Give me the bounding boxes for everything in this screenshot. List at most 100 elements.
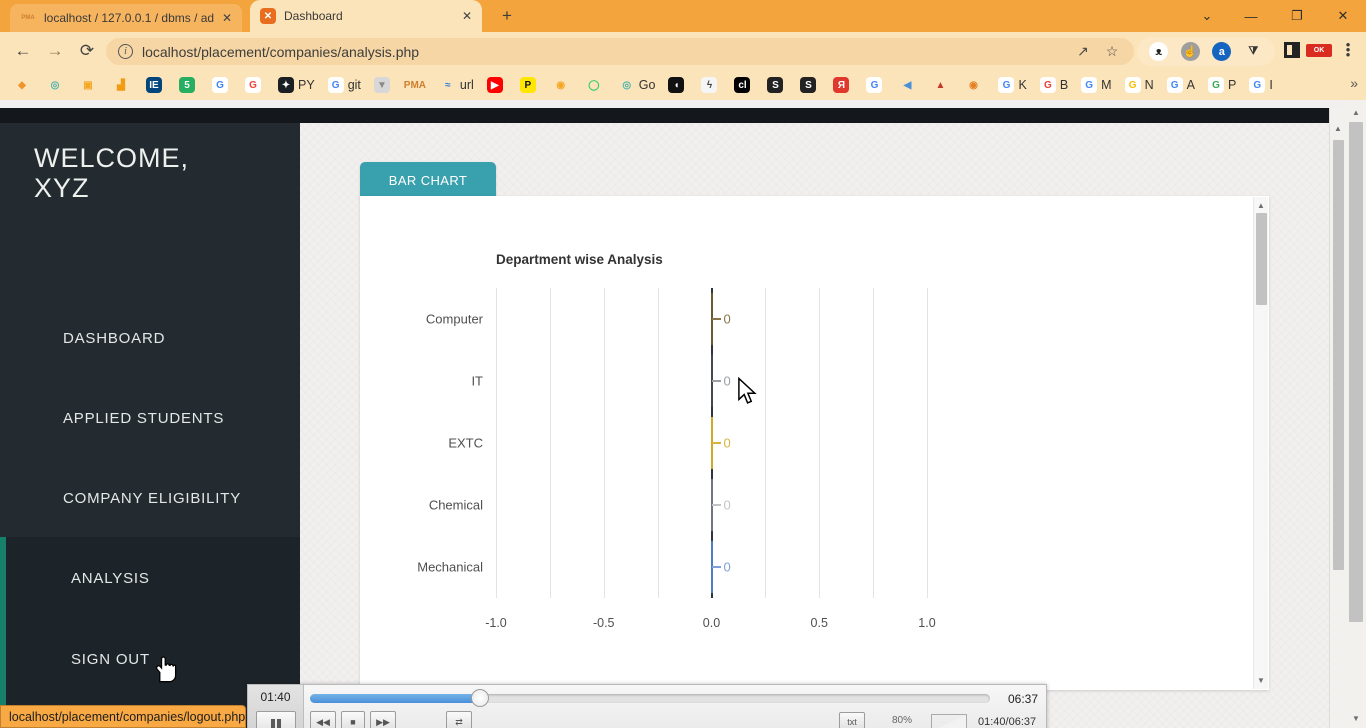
scroll-down-icon[interactable]: ▼ [1346, 714, 1366, 723]
back-button[interactable]: ← [12, 41, 34, 61]
bookmark-item[interactable]: ▶ [486, 77, 507, 93]
bookmark-favicon-icon: G [327, 77, 344, 93]
bookmark-item[interactable]: G I [1249, 77, 1273, 93]
bookmark-item[interactable]: ▼ [373, 77, 394, 93]
xampp-favicon-icon: ✕ [260, 8, 276, 24]
bookmark-favicon-icon: ≈ [445, 79, 451, 91]
bar-chart-tab[interactable]: BAR CHART [360, 162, 496, 198]
sidebar-item-company-eligibility[interactable]: COMPANY ELIGIBILITY [63, 490, 241, 507]
bookmark-favicon-icon: G [1166, 77, 1183, 93]
bookmark-item[interactable]: ◎ Go [619, 77, 655, 93]
bookmark-item[interactable]: ≈ url [440, 77, 474, 93]
address-bar[interactable]: i localhost/placement/companies/analysis… [106, 38, 1134, 65]
bookmark-item[interactable]: Я [833, 77, 853, 93]
seek-handle[interactable] [471, 689, 489, 707]
next-button[interactable]: ▶▶ [370, 711, 396, 728]
bookmark-item[interactable]: G A [1166, 77, 1195, 93]
category-label: Computer [425, 311, 483, 327]
extension-icon[interactable]: ☝ [1180, 42, 1200, 61]
bookmark-item[interactable]: IE [146, 77, 166, 93]
bookmark-item[interactable]: ▲ [932, 77, 952, 93]
pause-button[interactable] [256, 711, 296, 728]
sidebar: WELCOME, XYZ DASHBOARD APPLIED STUDENTS … [0, 123, 300, 728]
bookmark-favicon-icon: 5 [179, 77, 195, 93]
scroll-up-icon[interactable]: ▲ [1254, 201, 1268, 210]
bookmark-item[interactable]: ◯ [586, 77, 606, 93]
scrollbar-thumb[interactable] [1256, 213, 1267, 305]
forward-button[interactable]: → [44, 41, 66, 61]
bookmark-item[interactable]: S [800, 77, 820, 93]
bookmark-item[interactable]: ◎ [47, 77, 67, 93]
extension-icon[interactable]: ⧩ [1244, 42, 1263, 61]
extension-icon[interactable]: ᴥ [1149, 42, 1169, 61]
new-tab-button[interactable]: + [498, 7, 516, 25]
sidebar-item-analysis[interactable]: ANALYSIS [71, 570, 150, 587]
bookmark-item[interactable]: G [212, 77, 232, 93]
bookmark-item[interactable]: ◉ [553, 77, 573, 93]
value-tick [711, 380, 721, 382]
bookmark-item[interactable]: G [866, 77, 886, 93]
sidebar-item-dashboard[interactable]: DASHBOARD [63, 330, 165, 347]
minimize-button[interactable]: — [1228, 0, 1274, 32]
reload-button[interactable]: ⟳ [76, 41, 98, 61]
bookmark-item[interactable]: ◀ [899, 77, 919, 93]
bookmark-item[interactable]: G git [327, 77, 361, 93]
bookmarks-overflow-chevron[interactable]: » [1350, 75, 1358, 91]
bookmark-label: url [459, 78, 474, 92]
browser-scrollbar[interactable]: ▲ ▼ [1346, 100, 1366, 728]
scroll-down-icon[interactable]: ▼ [1254, 676, 1268, 685]
bookmark-item[interactable]: ϟ [701, 77, 721, 93]
card-scrollbar[interactable]: ▲ ▼ [1253, 197, 1268, 689]
scroll-up-icon[interactable]: ▲ [1346, 108, 1366, 117]
bookmark-item[interactable]: ◖ [668, 77, 688, 93]
bookmark-item[interactable]: G K [998, 77, 1027, 93]
maximize-button[interactable]: ❐ [1274, 0, 1320, 32]
bookmark-item[interactable]: ✦ PY [278, 77, 315, 93]
ok-badge-icon[interactable]: OK [1306, 44, 1332, 57]
tab-dashboard[interactable]: ✕ Dashboard ✕ [250, 0, 482, 32]
bookmark-item[interactable]: G N [1124, 77, 1154, 93]
page-scrollbar[interactable]: ▲ [1329, 108, 1346, 728]
bookmark-item[interactable]: ◉ [965, 77, 985, 93]
scrollbar-thumb[interactable] [1333, 140, 1344, 570]
bookmark-favicon-icon: ▲ [935, 79, 946, 91]
bookmark-item[interactable]: ◆ [14, 77, 34, 93]
side-panel-icon[interactable] [1284, 42, 1300, 58]
bookmark-item[interactable]: G P [1207, 77, 1236, 93]
sidebar-item-applied-students[interactable]: APPLIED STUDENTS [63, 410, 224, 427]
bookmark-item[interactable]: G M [1081, 77, 1112, 93]
scroll-up-icon[interactable]: ▲ [1330, 124, 1346, 133]
site-info-icon[interactable]: i [118, 44, 133, 59]
tab-close-icon[interactable]: ✕ [222, 11, 232, 25]
bookmark-item[interactable]: cl [734, 77, 754, 93]
share-icon[interactable]: ↗ [1073, 43, 1093, 60]
bookmark-star-icon[interactable]: ☆ [1102, 43, 1122, 60]
player-time-panel: 01:40 [248, 685, 304, 728]
browser-menu-button[interactable]: • • • [1341, 38, 1355, 61]
bookmark-item[interactable]: ▣ [80, 77, 100, 93]
tab-phpmyadmin[interactable]: PMA localhost / 127.0.0.1 / dbms / ad ✕ [10, 4, 242, 32]
bookmark-favicon-icon: G [245, 77, 261, 93]
ab-repeat-button[interactable]: ⇄ [446, 711, 472, 728]
subtitle-button[interactable]: txt [839, 712, 865, 728]
url-text[interactable]: localhost/placement/companies/analysis.p… [142, 44, 1064, 60]
tab-search-icon[interactable]: ⌄ [1184, 0, 1230, 32]
seek-slider[interactable] [310, 689, 990, 707]
scrollbar-thumb[interactable] [1349, 122, 1363, 622]
tab-title: Dashboard [284, 9, 343, 23]
sidebar-item-sign-out[interactable]: SIGN OUT [71, 651, 150, 668]
bookmark-item[interactable]: PMA [404, 77, 427, 93]
tab-close-icon[interactable]: ✕ [462, 9, 472, 23]
bookmark-item[interactable]: S [767, 77, 787, 93]
close-window-button[interactable]: ✕ [1320, 0, 1366, 32]
stop-button[interactable]: ■ [341, 711, 365, 728]
bookmark-item[interactable]: ▟ [113, 77, 133, 93]
extension-icon[interactable]: a [1212, 42, 1232, 61]
bookmark-item[interactable]: P [519, 77, 540, 93]
previous-button[interactable]: ◀◀ [310, 711, 336, 728]
bookmark-item[interactable]: G [245, 77, 265, 93]
chart-title: Department wise Analysis [496, 252, 663, 267]
volume-icon[interactable] [932, 715, 966, 728]
bookmark-item[interactable]: 5 [179, 77, 199, 93]
bookmark-item[interactable]: G B [1039, 77, 1068, 93]
